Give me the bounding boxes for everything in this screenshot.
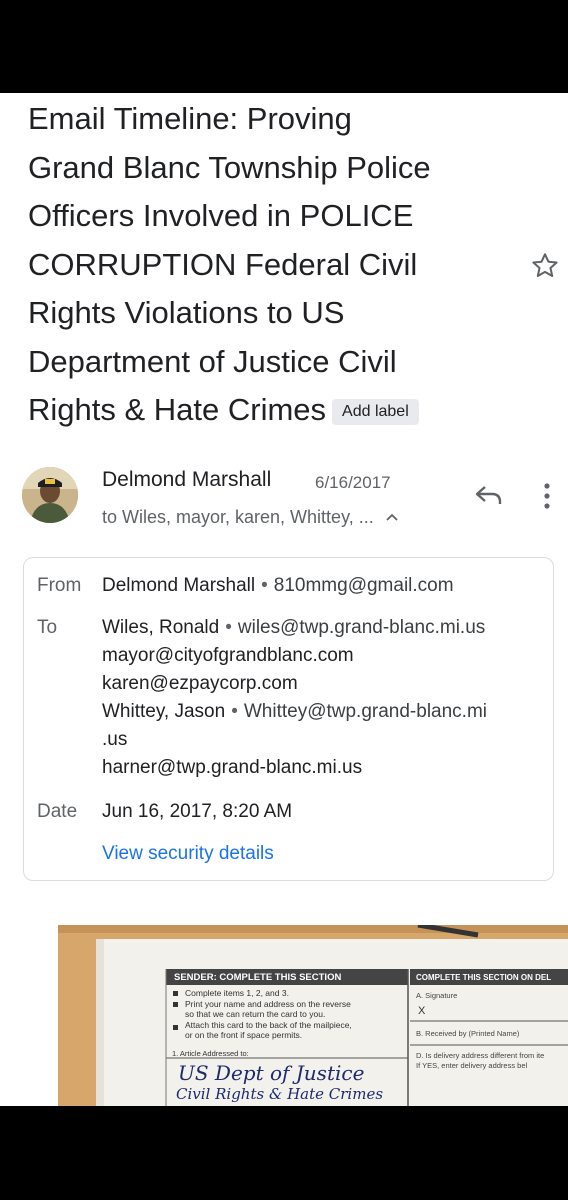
subject-line: Department of Justice Civil xyxy=(28,343,397,379)
recipient-name: Whittey, Jason xyxy=(102,701,226,722)
instruction: so that we can return the card to you. xyxy=(185,1009,326,1019)
subject-line: Rights & Hate Crimes xyxy=(28,392,327,427)
email-view: Email Timeline: Proving Grand Blanc Town… xyxy=(0,93,568,1106)
subject-line: Email Timeline: Proving xyxy=(28,101,352,136)
status-bar xyxy=(0,0,568,93)
recipients-text: to Wiles, mayor, karen, Whittey, ... xyxy=(102,507,374,527)
message-details-panel: From Delmond Marshall • 810mmg@gmail.com T… xyxy=(23,557,554,881)
recipient-name: Wiles, Ronald xyxy=(102,617,220,638)
article-label: 1. Article Addressed to: xyxy=(172,1049,249,1058)
more-vert-icon[interactable] xyxy=(535,481,559,511)
add-label-button[interactable]: Add label xyxy=(332,399,419,425)
sender-section-header: SENDER: COMPLETE THIS SECTION xyxy=(174,972,342,983)
chevron-up-icon[interactable] xyxy=(386,508,398,524)
email-subject: Email Timeline: Proving Grand Blanc Town… xyxy=(28,95,508,435)
recipient-email[interactable]: harner@twp.grand-blanc.mi.us xyxy=(102,757,362,779)
from-value: Delmond Marshall • 810mmg@gmail.com xyxy=(102,575,454,596)
from-name: Delmond Marshall xyxy=(102,575,256,596)
instruction: Print your name and address on the rever… xyxy=(185,998,351,1009)
handwritten-address: Civil Rights & Hate Crimes xyxy=(176,1085,384,1103)
recipient-email[interactable]: wiles@twp.grand-blanc.mi.us xyxy=(238,617,485,638)
signature-label: A. Signature xyxy=(416,991,458,1000)
attachment-image[interactable]: SENDER: COMPLETE THIS SECTION COMPLETE T… xyxy=(58,925,568,1106)
avatar[interactable] xyxy=(22,467,78,523)
instruction: or on the front if space permits. xyxy=(185,1030,303,1040)
date-value: Jun 16, 2017, 8:20 AM xyxy=(102,801,293,822)
reply-icon[interactable] xyxy=(474,483,504,507)
sender-name[interactable]: Delmond Marshall xyxy=(102,468,271,492)
instruction: Attach this card to the back of the mail… xyxy=(185,1019,352,1030)
star-icon[interactable] xyxy=(529,250,561,282)
subject-line: Grand Blanc Township Police xyxy=(28,149,431,185)
to-label: To xyxy=(37,617,58,638)
instruction: Complete items 1, 2, and 3. xyxy=(185,988,289,998)
subject-line: Officers Involved in POLICE xyxy=(28,198,414,233)
recipient-email[interactable]: karen@ezpaycorp.com xyxy=(102,673,298,695)
received-by-label: B. Received by (Printed Name) xyxy=(416,1029,520,1038)
from-label: From xyxy=(37,575,82,596)
message-date: 6/16/2017 xyxy=(315,473,391,492)
to-recipient: Wiles, Ronald • wiles@twp.grand-blanc.mi.u… xyxy=(102,617,486,638)
recipient-email-continued: .us xyxy=(102,729,128,750)
recipients-summary[interactable]: to Wiles, mayor, karen, Whittey, ... xyxy=(102,507,398,528)
delivery-question: D. Is delivery address different from it… xyxy=(416,1051,544,1071)
delivery-question-line: If YES, enter delivery address bel xyxy=(416,1061,528,1070)
navigation-bar xyxy=(0,1106,568,1200)
subject-line: Rights Violations to US xyxy=(28,295,345,330)
recipient-email[interactable]: mayor@cityofgrandblanc.com xyxy=(102,645,354,667)
handwritten-address: US Dept of Justice xyxy=(178,1061,365,1085)
date-label: Date xyxy=(37,801,78,822)
delivery-question-line: D. Is delivery address different from it… xyxy=(416,1051,545,1060)
view-security-details-link[interactable]: View security details xyxy=(102,843,274,865)
signature-mark: X xyxy=(418,1005,426,1017)
delivery-section-header: COMPLETE THIS SECTION ON DEL xyxy=(416,973,552,982)
subject-line: CORRUPTION Federal Civil xyxy=(28,246,418,282)
recipient-email[interactable]: Whittey@twp.grand-blanc.mi xyxy=(244,701,487,722)
to-recipient: Whittey, Jason • Whittey@twp.grand-blanc.m… xyxy=(102,701,488,722)
card-instructions: Complete items 1, 2, and 3. Print your n… xyxy=(185,988,352,1041)
from-email[interactable]: 810mmg@gmail.com xyxy=(274,575,454,596)
